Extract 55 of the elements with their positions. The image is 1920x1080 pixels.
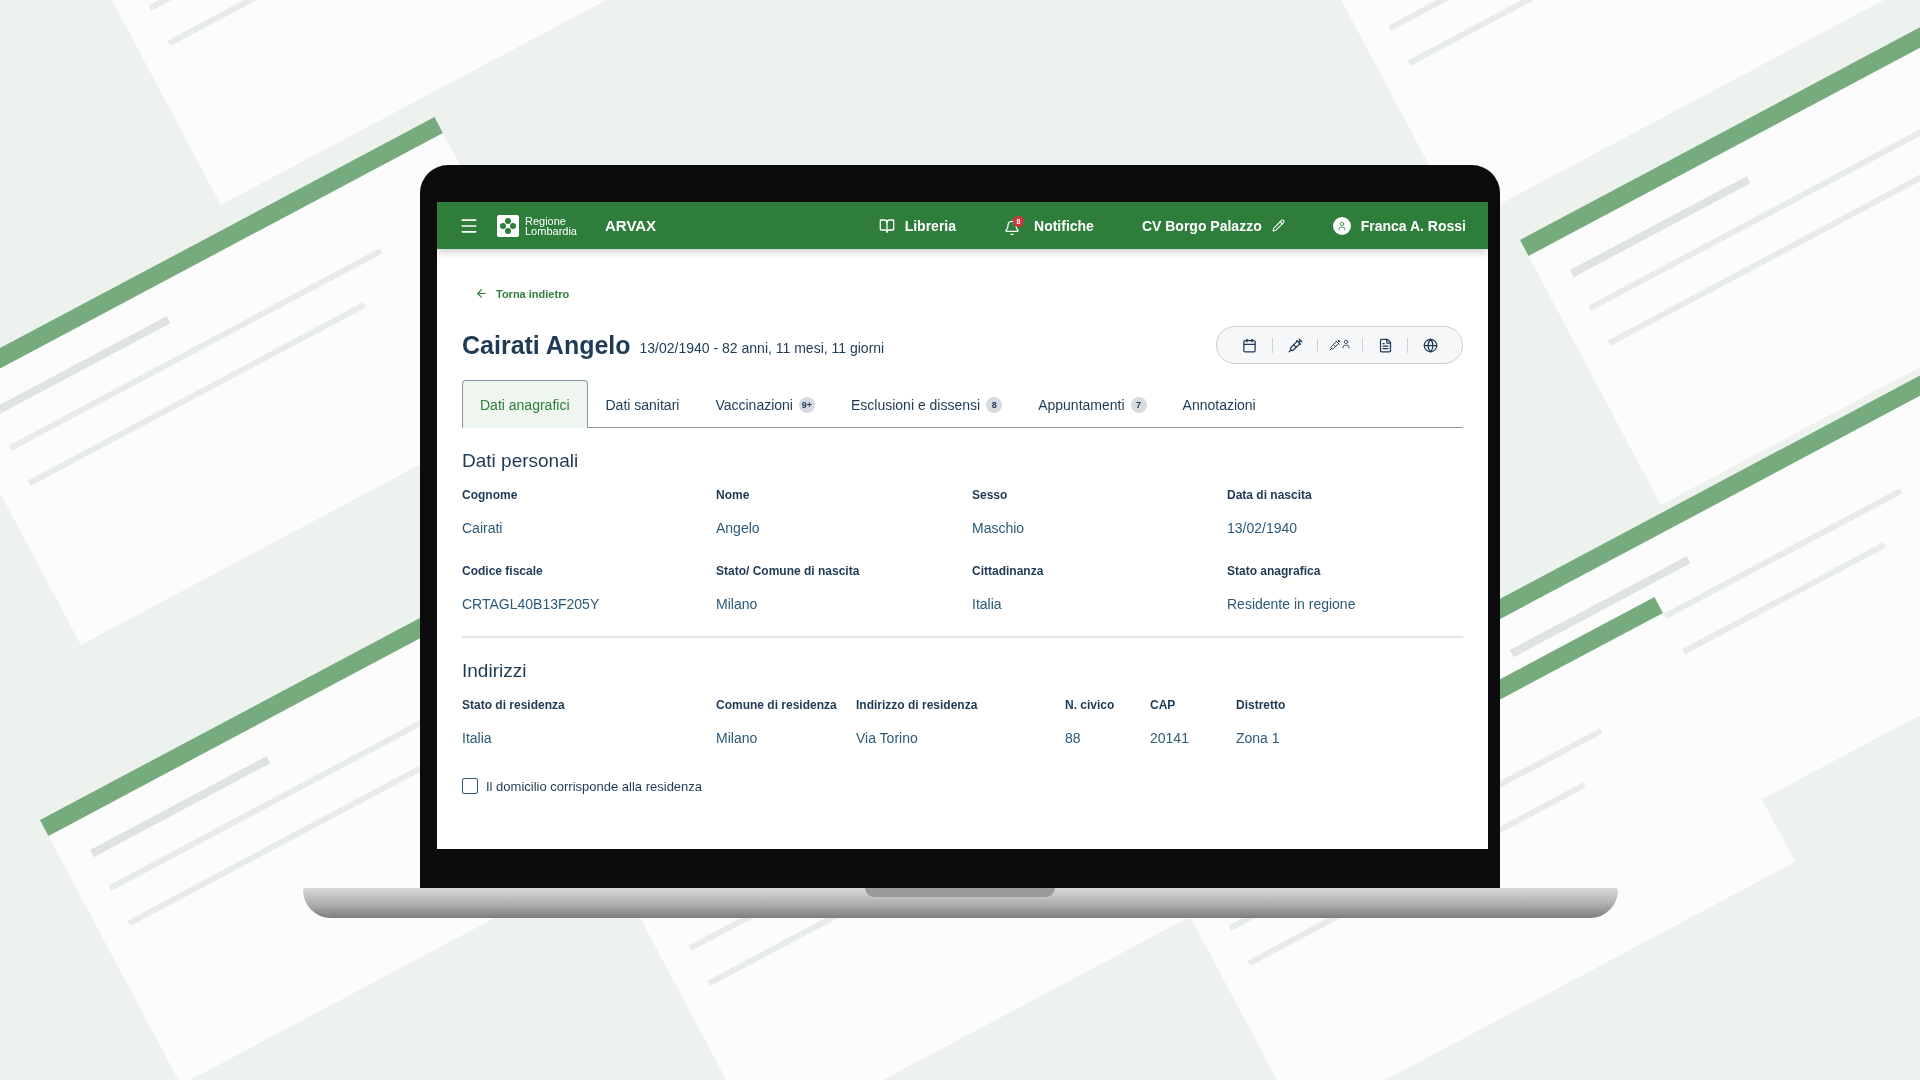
field-label: CAP (1150, 698, 1177, 712)
count-badge: 9+ (799, 396, 815, 413)
logo-text: Regione Lombardia (525, 215, 577, 236)
field-label: Comune di residenza (716, 698, 838, 712)
book-icon (878, 217, 895, 234)
count-badge: 8 (986, 396, 1003, 413)
field-value: Milano (716, 730, 759, 746)
field-label: N. civico (1065, 698, 1116, 712)
field-label: Indirizzo di residenza (856, 698, 979, 712)
field-value: Italia (972, 596, 1003, 612)
tab[interactable]: Appuntamenti 7 (1020, 380, 1165, 428)
field-value: 88 (1065, 730, 1082, 746)
field-value: CRTAGL40B13F205Y (462, 596, 601, 612)
field-value: 20141 (1150, 730, 1190, 746)
section-title: Indirizzi (462, 660, 528, 682)
field-label: Sesso (972, 488, 1009, 502)
patient-name: Cairati Angelo (462, 330, 631, 360)
field-label: Codice fiscale (462, 564, 544, 578)
nav-link[interactable]: CV Borgo Palazzo (1141, 217, 1285, 234)
back-link[interactable]: Torna indietro (475, 287, 1463, 300)
field-label: Cognome (462, 488, 519, 502)
field-label: Stato di residenza (462, 698, 566, 712)
pencil-icon[interactable] (1271, 219, 1285, 232)
field-value: Milano (716, 596, 759, 612)
tab[interactable]: Dati sanitari (587, 380, 698, 428)
field-value: Italia (462, 730, 493, 746)
logo-icon (497, 214, 519, 237)
tab[interactable]: Dati anagrafici (462, 380, 588, 428)
field-label: Stato anagrafica (1227, 564, 1322, 578)
patient-details: 13/02/1940 - 82 anni, 11 mesi, 11 giorni (639, 340, 885, 356)
tab[interactable]: Annotazioni (1164, 380, 1274, 428)
field-value: Residente in regione (1227, 596, 1357, 612)
tab[interactable]: Vaccinazioni 9+ (697, 380, 833, 428)
tab[interactable]: Esclusioni e dissensi 8 (833, 380, 1021, 428)
field-value: Zona 1 (1236, 730, 1281, 746)
checkbox[interactable] (462, 778, 478, 794)
section-title: Dati personali (462, 450, 580, 472)
nav-link[interactable]: Libreria (878, 217, 956, 234)
nav-link[interactable]: Franca A. Rossi (1332, 216, 1466, 235)
app-name: ARVAX (605, 217, 657, 234)
field-value: Angelo (716, 520, 761, 536)
bell-icon (1004, 219, 1020, 236)
checkbox-label: Il domicilio corrisponde alla residenza (486, 778, 703, 794)
avatar-icon (1332, 216, 1351, 235)
field-value: Cairati (462, 520, 504, 536)
field-label: Data di nascita (1227, 488, 1313, 502)
field-label: Stato/ Comune di nascita (716, 564, 861, 578)
field-label: Cittadinanza (972, 564, 1045, 578)
count-badge: 7 (1130, 396, 1147, 413)
arrow-left-icon (475, 287, 488, 300)
field-label: Nome (716, 488, 751, 502)
field-value: Via Torino (856, 730, 919, 746)
field-label: Distretto (1236, 698, 1287, 712)
field-value: Maschio (972, 520, 1026, 536)
field-value: 13/02/1940 (1227, 520, 1299, 536)
